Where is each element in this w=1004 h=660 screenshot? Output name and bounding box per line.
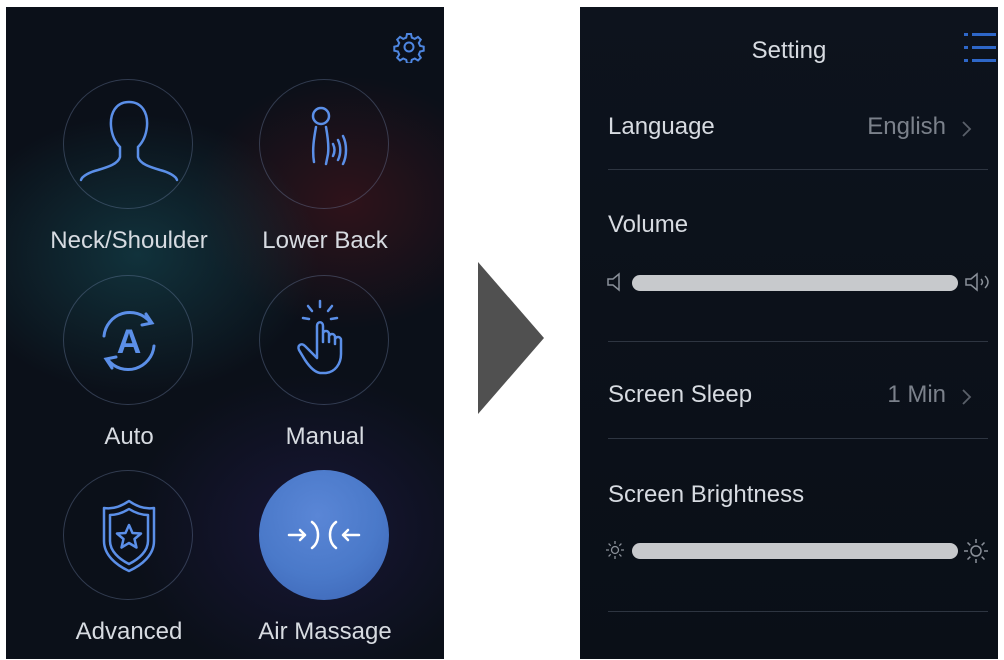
- mode-button-lower-back[interactable]: [259, 79, 389, 209]
- chevron-right-icon: [962, 389, 972, 405]
- divider: [608, 438, 988, 439]
- screen-sleep-label: Screen Sleep: [608, 381, 753, 408]
- mode-air-massage[interactable]: Air Massage: [235, 470, 415, 650]
- mode-label-manual: Manual: [285, 423, 365, 450]
- mode-lower-back[interactable]: Lower Back: [235, 79, 415, 259]
- language-label: Language: [608, 113, 715, 140]
- mode-neck-shoulder[interactable]: Neck/Shoulder: [39, 79, 219, 259]
- divider: [608, 169, 988, 170]
- volume-low-icon: [607, 272, 620, 292]
- auto-icon: A: [102, 311, 156, 371]
- language-value: English: [867, 113, 946, 140]
- brightness-slider[interactable]: [632, 543, 958, 559]
- chevron-right-icon: [962, 121, 972, 137]
- auto-icon-letter: A: [117, 323, 142, 361]
- transition-arrow-icon: [478, 262, 544, 414]
- mode-button-manual[interactable]: [259, 275, 389, 405]
- menu-list-icon: [964, 33, 996, 62]
- settings-panel: Setting Language English Volume Screen S…: [580, 7, 998, 659]
- advanced-icon: [102, 499, 156, 573]
- mode-label-lower-back: Lower Back: [262, 227, 388, 254]
- screen-sleep-value: 1 Min: [887, 381, 946, 408]
- settings-button[interactable]: [393, 31, 425, 65]
- neck-shoulder-icon: [79, 100, 179, 182]
- manual-icon: [297, 299, 343, 375]
- gear-icon: [393, 33, 425, 65]
- volume-slider[interactable]: [632, 275, 958, 291]
- air-massage-icon: [287, 520, 361, 550]
- massage-mode-panel: Neck/Shoulder Lower Back A Auto Manual A…: [6, 7, 444, 659]
- divider: [608, 611, 988, 612]
- screen-brightness-label: Screen Brightness: [608, 481, 805, 508]
- menu-button[interactable]: [964, 31, 996, 65]
- mode-label-neck-shoulder: Neck/Shoulder: [50, 227, 208, 254]
- brightness-low-icon: [606, 541, 624, 559]
- divider: [608, 341, 988, 342]
- mode-button-auto[interactable]: A: [63, 275, 193, 405]
- mode-advanced[interactable]: Advanced: [39, 470, 219, 650]
- mode-auto[interactable]: A Auto: [39, 275, 219, 455]
- lower-back-icon: [311, 106, 348, 166]
- mode-label-auto: Auto: [104, 423, 154, 450]
- mode-label-air-massage: Air Massage: [258, 618, 392, 645]
- mode-manual[interactable]: Manual: [235, 275, 415, 455]
- volume-high-icon: [965, 272, 989, 292]
- brightness-high-icon: [964, 539, 988, 563]
- volume-label: Volume: [608, 211, 689, 238]
- page-title: Setting: [751, 37, 827, 64]
- mode-button-neck-shoulder[interactable]: [63, 79, 193, 209]
- mode-label-advanced: Advanced: [75, 618, 183, 645]
- mode-button-air-massage[interactable]: [259, 470, 389, 600]
- mode-button-advanced[interactable]: [63, 470, 193, 600]
